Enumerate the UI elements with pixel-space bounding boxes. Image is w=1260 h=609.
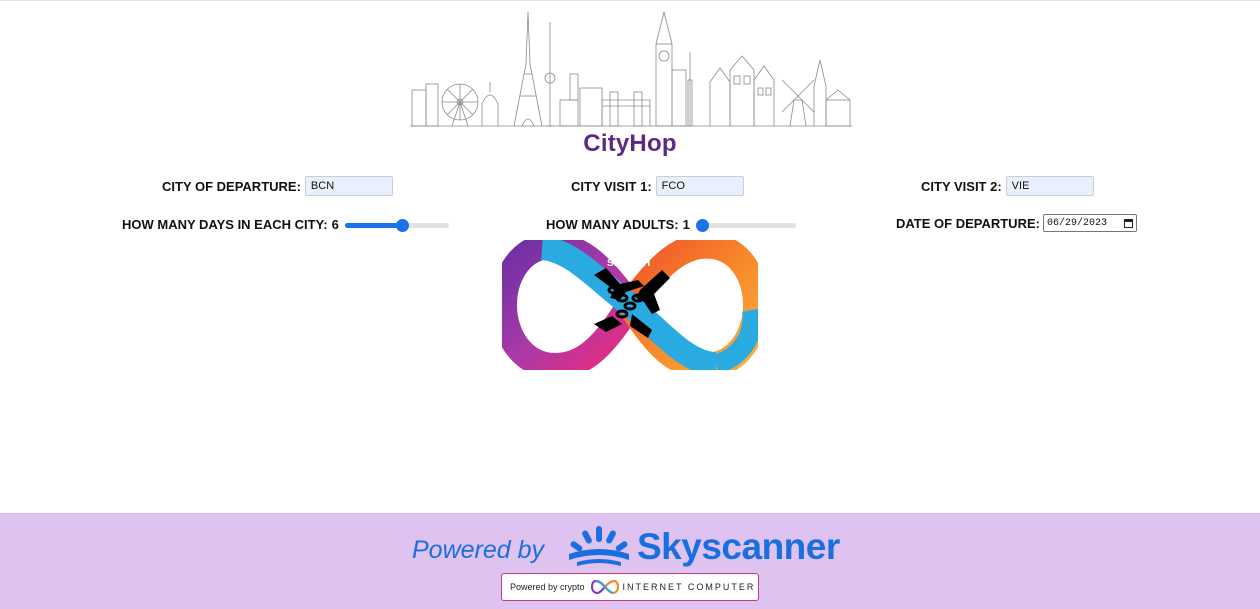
adults-slider-track <box>695 222 796 228</box>
date-field: DATE OF DEPARTURE: 06/29/2023 <box>896 214 1137 232</box>
skyscanner-sunrise-icon <box>569 526 629 566</box>
city-visit-1-label: CITY VISIT 1: <box>571 178 652 194</box>
days-field: HOW MANY DAYS IN EACH CITY: 6 <box>122 217 449 232</box>
departure-field: CITY OF DEPARTURE: <box>162 176 393 196</box>
date-value: 06/29/2023 <box>1046 217 1107 229</box>
days-slider[interactable] <box>344 218 449 232</box>
adults-field: HOW MANY ADULTS: 1 <box>546 217 796 232</box>
days-slider-thumb[interactable] <box>396 218 410 232</box>
date-label: DATE OF DEPARTURE: <box>896 215 1040 231</box>
adults-value: 1 <box>682 217 690 232</box>
days-label: HOW MANY DAYS IN EACH CITY: <box>122 217 328 232</box>
app-title: CityHop <box>583 130 677 157</box>
date-input[interactable]: 06/29/2023 <box>1042 214 1137 232</box>
city-visit-2-input[interactable] <box>1005 176 1094 196</box>
departure-input[interactable] <box>304 176 393 196</box>
badge-prefix: Powered by crypto <box>510 582 585 592</box>
days-slider-fill <box>344 222 403 228</box>
city-visit-2-label: CITY VISIT 2: <box>921 178 1002 194</box>
adults-slider-thumb[interactable] <box>695 218 709 232</box>
city-visit-2-field: CITY VISIT 2: <box>921 176 1094 196</box>
adults-label: HOW MANY ADULTS: <box>546 217 679 232</box>
infinity-icon <box>590 580 619 594</box>
internet-computer-badge[interactable]: Powered by crypto INTERNET COMPUTER <box>501 573 759 601</box>
search-label[interactable]: SEARCH <box>607 258 650 269</box>
city-visit-1-field: CITY VISIT 1: <box>571 176 744 196</box>
departure-label: CITY OF DEPARTURE: <box>162 178 301 194</box>
adults-slider[interactable] <box>695 218 796 232</box>
calendar-icon[interactable] <box>1123 218 1133 228</box>
skyscanner-brand: Skyscanner <box>637 526 840 567</box>
badge-name: INTERNET COMPUTER <box>622 582 756 592</box>
powered-by-text: Powered by <box>412 536 545 564</box>
days-value: 6 <box>331 217 339 232</box>
city-skyline-illustration <box>410 11 852 127</box>
city-visit-1-input[interactable] <box>655 176 744 196</box>
top-divider <box>0 0 1260 1</box>
